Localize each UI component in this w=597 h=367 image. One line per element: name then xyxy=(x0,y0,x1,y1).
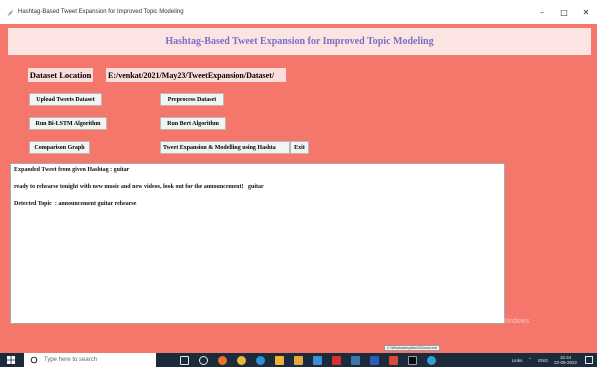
close-button[interactable]: ✕ xyxy=(575,0,597,24)
upload-tweets-dataset-button[interactable]: Upload Tweets Dataset xyxy=(29,93,102,106)
minimize-button[interactable]: – xyxy=(531,0,553,24)
comparison-graph-button[interactable]: Comparison Graph xyxy=(29,141,90,154)
cmd-icon[interactable] xyxy=(408,355,417,365)
run-bert-button[interactable]: Run Bert Algorithm xyxy=(160,117,226,130)
store-icon[interactable] xyxy=(275,355,284,365)
search-icon xyxy=(29,355,39,365)
detected-topic: Detected Topic : announcement guitar reh… xyxy=(14,201,137,207)
app-header: Hashtag-Based Tweet Expansion for Improv… xyxy=(8,28,591,55)
taskbar-pinned-apps xyxy=(180,353,446,367)
title-bar: Hashtag-Based Tweet Expansion for Improv… xyxy=(0,0,597,24)
cmd-tooltip: C:\Windows\system32\cmd.exe xyxy=(384,345,441,351)
browser-icon[interactable] xyxy=(427,355,436,365)
windows-start-icon[interactable] xyxy=(4,353,18,367)
search-placeholder: Type here to search xyxy=(44,357,98,363)
window-title: Hashtag-Based Tweet Expansion for Improv… xyxy=(18,9,184,15)
chrome-icon[interactable] xyxy=(237,355,246,365)
exit-button[interactable]: Exit xyxy=(290,141,309,154)
expanded-tweet-heading: Expanded Tweet from given Hashtag : guit… xyxy=(14,167,130,173)
maximize-button[interactable]: □ xyxy=(553,0,575,24)
system-tray: Links ⌃ ENG 15:34 22-05-2022 xyxy=(512,353,597,367)
explorer-icon[interactable] xyxy=(294,355,303,365)
language-indicator[interactable]: ENG xyxy=(538,358,548,363)
clock-date: 22-05-2022 xyxy=(553,360,577,365)
firefox-icon[interactable] xyxy=(218,355,227,365)
dataset-path-field: E:/venkat/2021/May23/TweetExpansion/Data… xyxy=(106,68,286,82)
tweet-expansion-button[interactable]: Tweet Expansion & Modelling using Hashta xyxy=(160,141,290,154)
python-icon[interactable] xyxy=(351,355,360,365)
word-icon[interactable] xyxy=(370,355,379,365)
clock[interactable]: 15:34 22-05-2022 xyxy=(554,355,577,365)
paint-icon[interactable] xyxy=(313,355,322,365)
window-controls: – □ ✕ xyxy=(531,0,597,24)
dataset-location-label: Dataset Location xyxy=(28,68,93,82)
links-label[interactable]: Links xyxy=(512,358,523,363)
expanded-tweet-text: ready to rehearse tonight with new music… xyxy=(14,184,264,190)
taskbar: Type here to search Links ⌃ ENG 15:34 22… xyxy=(0,353,597,367)
acrobat-icon[interactable] xyxy=(332,355,341,365)
output-text-area[interactable]: Expanded Tweet from given Hashtag : guit… xyxy=(10,163,505,324)
preprocess-dataset-button[interactable]: Preprocess Dataset xyxy=(160,93,224,106)
task-view-icon[interactable] xyxy=(180,355,189,365)
tool-icon[interactable] xyxy=(389,355,398,365)
notification-icon[interactable] xyxy=(585,356,593,364)
app-title: Hashtag-Based Tweet Expansion for Improv… xyxy=(165,36,434,47)
edge-icon[interactable] xyxy=(256,355,265,365)
activate-windows-watermark: Activate Windows xyxy=(474,318,530,325)
cortana-icon[interactable] xyxy=(199,355,208,365)
tray-arrows-icon[interactable]: ⌃ xyxy=(528,357,532,363)
run-bilstm-button[interactable]: Run Bi-LSTM Algorithm xyxy=(29,117,107,130)
taskbar-search-box[interactable]: Type here to search xyxy=(24,353,156,367)
feather-icon xyxy=(5,7,15,17)
